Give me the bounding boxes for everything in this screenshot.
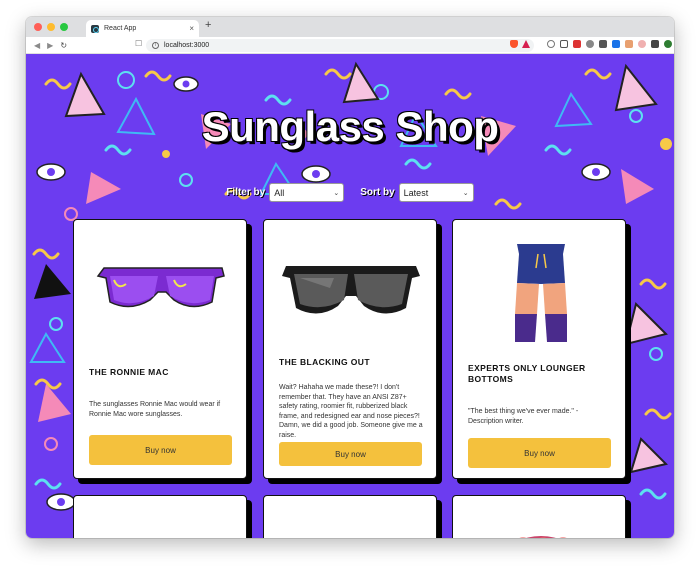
minimize-window-button[interactable] [47,23,55,31]
back-button[interactable]: ◀ [34,41,40,50]
brave-shield-icon[interactable] [510,40,518,48]
black-shield-sunglasses-icon [282,266,420,314]
tab-close-icon[interactable]: × [189,24,194,33]
product-card [73,495,247,538]
url-text: localhost:3000 [164,42,210,49]
page-content: Sunglass Shop Filter by All ⌄ Sort by La… [26,54,674,538]
product-card [263,495,437,538]
new-tab-button[interactable]: + [205,19,211,31]
sort-group: Sort by Latest ⌄ [360,183,474,202]
sort-select[interactable]: Latest ⌄ [398,183,474,202]
tab-bar: React App × + [26,17,674,37]
product-card: THE BLACKING OUT Wait? Hahaha we made th… [263,219,437,479]
bookmark-icon[interactable]: ☐ [135,39,142,48]
pocket-icon[interactable] [560,40,568,48]
filter-bar: Filter by All ⌄ Sort by Latest ⌄ [26,183,674,202]
page-title: Sunglass Shop [201,103,499,150]
buy-now-button[interactable]: Buy now [279,442,422,466]
extension-icon-8[interactable] [638,40,646,48]
site-info-icon[interactable]: i [152,42,159,49]
buy-now-button[interactable]: Buy now [468,438,611,468]
lounger-pants-icon [515,244,567,342]
product-name: THE RONNIE MAC [89,367,169,377]
react-favicon-icon [91,24,99,33]
extension-icons [547,40,672,48]
product-card [452,495,626,538]
address-bar[interactable]: i localhost:3000 [146,39,534,52]
forward-button[interactable]: ▶ [47,41,53,50]
profile-avatar[interactable] [664,40,672,48]
product-card: EXPERTS ONLY LOUNGER BOTTOMS "The best t… [452,219,626,479]
filter-select[interactable]: All ⌄ [269,183,345,202]
chevron-down-icon: ⌄ [333,189,340,197]
browser-tab[interactable]: React App × [86,20,199,37]
sort-label: Sort by [360,187,395,198]
product-description: The sunglasses Ronnie Mac would wear if … [89,401,221,418]
maximize-window-button[interactable] [60,23,68,31]
browser-toolbar: ◀ ▶ ↻ ☐ i localhost:3000 [26,37,674,54]
purple-shield-sunglasses-icon [96,267,225,308]
chevron-down-icon: ⌄ [462,189,469,197]
reload-button[interactable]: ↻ [60,41,67,50]
product-card: THE RONNIE MAC The sunglasses Ronnie Mac… [73,219,247,479]
filter-value: All [274,187,285,198]
extension-icon-1[interactable] [547,40,555,48]
filter-group: Filter by All ⌄ [226,183,345,202]
puzzle-icon[interactable] [651,40,659,48]
buy-now-button[interactable]: Buy now [89,435,232,465]
filter-label: Filter by [226,187,266,198]
rewards-icon[interactable] [522,40,530,48]
product-name: THE BLACKING OUT [279,357,370,367]
extension-icon-7[interactable] [625,40,633,48]
product-description: "The best thing we've ever made." - Desc… [468,408,579,425]
extension-icon-5[interactable] [599,40,607,48]
address-bar-extensions [510,40,530,48]
close-window-button[interactable] [34,23,42,31]
extension-icon-3[interactable] [573,40,581,48]
camera-icon[interactable] [612,40,620,48]
product-description: Wait? Hahaha we made these?! I don't rem… [279,384,423,439]
window-controls [34,23,68,31]
tab-title: React App [104,25,137,32]
product-name: EXPERTS ONLY LOUNGER BOTTOMS [468,363,586,384]
sort-value: Latest [403,187,429,198]
extension-icon-4[interactable] [586,40,594,48]
browser-window: React App × + ◀ ▶ ↻ ☐ i localhost:3000 S… [26,17,674,538]
scrunchie-icon [519,536,567,538]
